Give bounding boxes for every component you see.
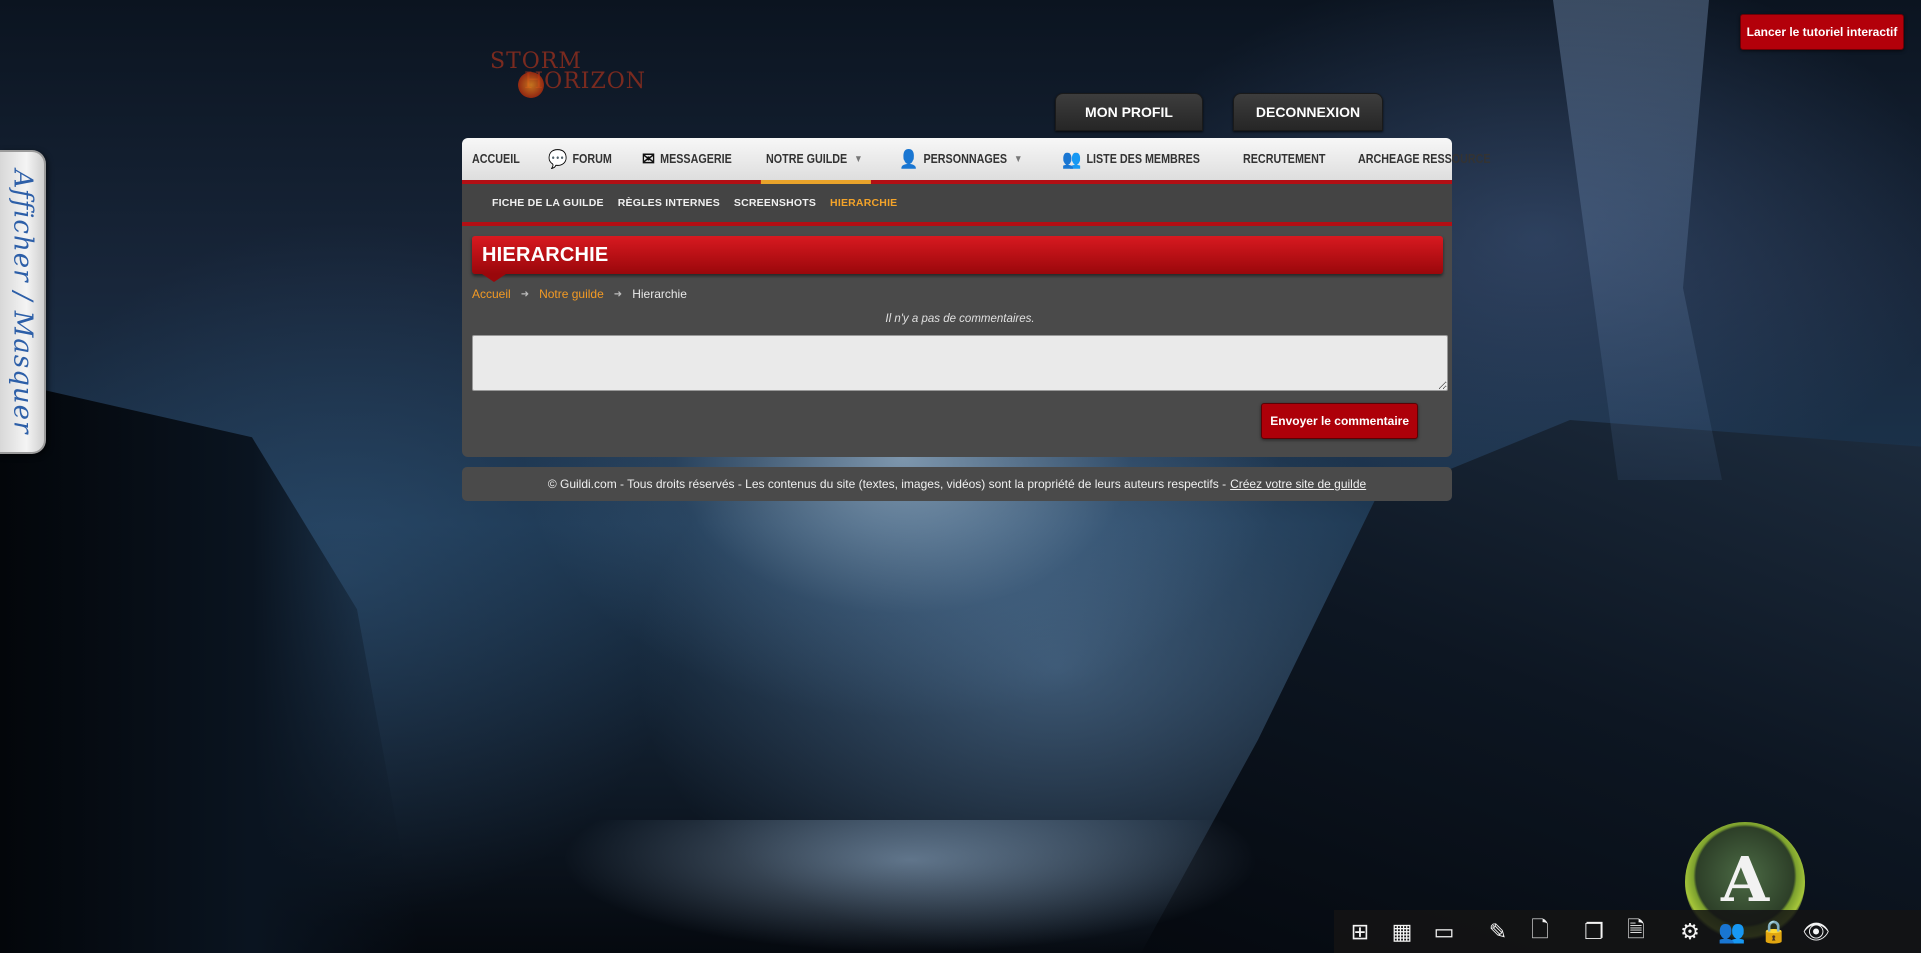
add-page-icon[interactable]: 🗋 <box>1524 916 1556 948</box>
edit-page-icon[interactable]: 🗎 <box>1620 916 1652 948</box>
envelope-icon: ✉ <box>641 148 655 169</box>
my-profile-button[interactable]: MON PROFIL <box>1055 93 1203 131</box>
submit-row: Envoyer le commentaire <box>472 403 1448 439</box>
show-hide-sidebar-tab[interactable]: Afficher / Masquer <box>0 150 46 454</box>
chevron-down-icon: ▼ <box>854 153 863 165</box>
subnav-item-hierarchie[interactable]: HIERARCHIE <box>830 197 897 209</box>
chevron-down-icon: ▼ <box>1013 153 1023 165</box>
page-title: HIERARCHIE <box>482 243 609 266</box>
add-block-icon[interactable]: ⊞ <box>1344 916 1376 948</box>
nav-item-forum[interactable]: 💬 FORUM <box>548 138 620 180</box>
background-rock-left <box>0 380 420 953</box>
send-comment-button[interactable]: Envoyer le commentaire <box>1261 403 1418 439</box>
nav-item-personnages[interactable]: 👤 PERSONNAGES ▼ <box>899 138 1031 180</box>
subnav-item-screenshots[interactable]: SCREENSHOTS <box>734 197 816 209</box>
sub-nav: FICHE DE LA GUILDE RÈGLES INTERNES SCREE… <box>462 184 1452 226</box>
edit-icon[interactable]: ✎ <box>1482 916 1514 948</box>
nav-label: ARCHEAGE RESSOURCE <box>1358 152 1492 166</box>
breadcrumb-current: Hierarchie <box>632 287 687 301</box>
page-title-banner: HIERARCHIE <box>472 236 1443 282</box>
create-guild-site-link[interactable]: Créez votre site de guilde <box>1230 477 1366 491</box>
background-tree <box>1553 0 1722 480</box>
admin-toolbar: ⊞ ▦ ▭ ✎ 🗋 ❐ 🗎 ⚙ 👥 🔒 👁 <box>1334 910 1921 953</box>
window-icon[interactable]: ▭ <box>1428 916 1460 948</box>
nav-label: RECRUTEMENT <box>1242 152 1326 166</box>
arrow-right-icon: ➜ <box>613 288 623 300</box>
page-content: HIERARCHIE Accueil ➜ Notre guilde ➜ Hier… <box>462 226 1452 457</box>
nav-label: PERSONNAGES <box>923 152 1007 166</box>
logo-flame-icon <box>518 72 544 98</box>
nav-item-recrutement[interactable]: RECRUTEMENT <box>1243 138 1334 180</box>
nav-label: LISTE DES MEMBRES <box>1086 152 1201 166</box>
arrow-right-icon: ➜ <box>520 288 530 300</box>
no-comments-message: Il n'y a pas de commentaires. <box>885 313 1035 325</box>
copy-page-icon[interactable]: ❐ <box>1578 916 1610 948</box>
background-stream <box>560 820 1260 953</box>
nav-item-liste-membres[interactable]: 👥 LISTE DES MEMBRES <box>1062 138 1209 180</box>
nav-label: MESSAGERIE <box>659 152 732 166</box>
nav-item-messagerie[interactable]: ✉ MESSAGERIE <box>642 138 740 180</box>
chat-bubbles-icon: 💬 <box>547 148 567 169</box>
settings-icon[interactable]: ⚙ <box>1674 916 1706 948</box>
main-nav: ACCUEIL 💬 FORUM ✉ MESSAGERIE NOTRE GUILD… <box>462 138 1491 184</box>
logo-line-2: HORIZON <box>524 69 647 94</box>
breadcrumb-notre-guilde[interactable]: Notre guilde <box>539 287 604 301</box>
logout-button[interactable]: DECONNEXION <box>1233 93 1383 131</box>
nav-label: FORUM <box>572 152 612 166</box>
nav-label: ACCUEIL <box>472 152 520 166</box>
breadcrumb: Accueil ➜ Notre guilde ➜ Hierarchie <box>472 287 1448 301</box>
members-icon[interactable]: 👥 <box>1716 916 1748 948</box>
user-icon: 👤 <box>898 148 918 169</box>
nav-item-accueil[interactable]: ACCUEIL <box>472 138 528 180</box>
nav-label: NOTRE GUILDE <box>766 152 848 166</box>
footer-text: © Guildi.com - Tous droits réservés - Le… <box>547 477 1227 491</box>
site-logo[interactable]: STORM HORIZON <box>490 51 647 104</box>
main-container: ACCUEIL 💬 FORUM ✉ MESSAGERIE NOTRE GUILD… <box>462 138 1491 501</box>
subnav-item-fiche[interactable]: FICHE DE LA GUILDE <box>492 197 604 209</box>
eye-icon[interactable]: 👁 <box>1800 916 1832 948</box>
side-tab-label: Afficher / Masquer <box>7 169 37 435</box>
users-icon: 👥 <box>1062 148 1082 169</box>
launch-tutorial-button[interactable]: Lancer le tutoriel interactif <box>1740 14 1904 50</box>
lock-icon[interactable]: 🔒 <box>1758 916 1790 948</box>
nav-item-archeage-ressource[interactable]: ARCHEAGE RESSOURCE <box>1358 138 1499 180</box>
breadcrumb-accueil[interactable]: Accueil <box>472 287 511 301</box>
archeage-logo-letter: A <box>1720 842 1770 916</box>
nav-item-notre-guilde[interactable]: NOTRE GUILDE ▼ <box>761 138 872 184</box>
comment-textarea[interactable] <box>472 335 1448 391</box>
site-footer: © Guildi.com - Tous droits réservés - Le… <box>462 467 1452 501</box>
grid-icon[interactable]: ▦ <box>1386 916 1418 948</box>
subnav-item-regles[interactable]: RÈGLES INTERNES <box>618 197 720 209</box>
